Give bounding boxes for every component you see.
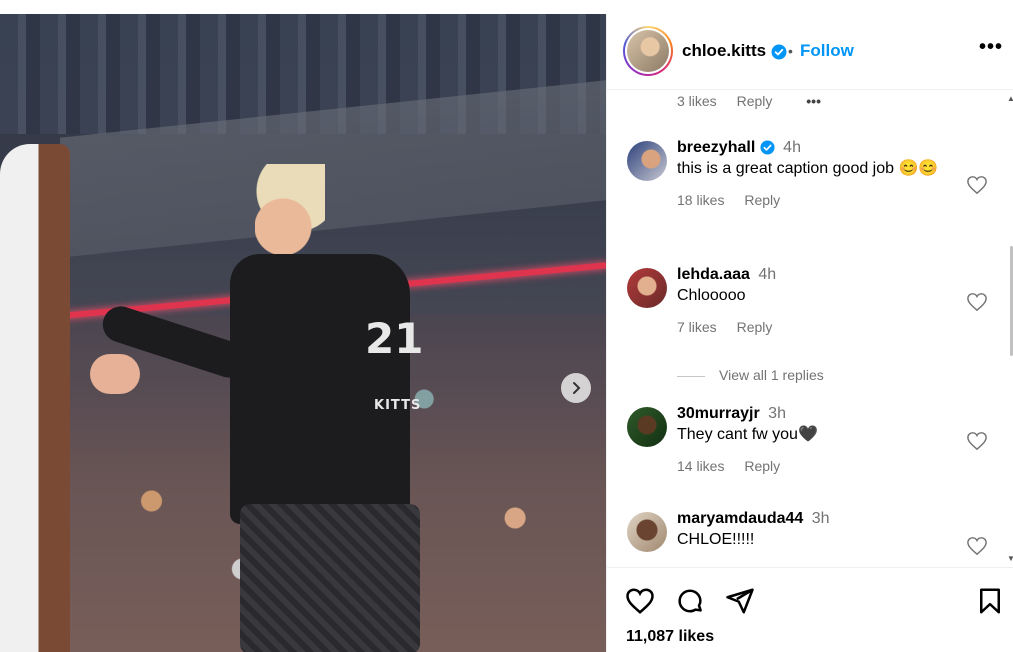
reply-button[interactable]: Reply: [737, 319, 773, 335]
comment-meta: 7 likes Reply: [677, 319, 947, 335]
post-actions-bar: 11,087 likes: [607, 567, 1013, 652]
player-head: [255, 164, 325, 254]
follow-button[interactable]: Follow: [800, 41, 854, 61]
comment-meta: 14 likes Reply: [677, 458, 947, 474]
prev-comment-meta: 3 likes Reply •••: [677, 93, 837, 109]
commenter-username[interactable]: lehda.aaa: [677, 266, 750, 283]
reply-button[interactable]: Reply: [744, 458, 780, 474]
likes-count[interactable]: 11,087 likes: [626, 628, 714, 646]
comment-text: Chlooooo: [677, 287, 746, 304]
more-options-icon[interactable]: •••: [979, 36, 1003, 59]
comment-likes[interactable]: 18 likes: [677, 192, 724, 208]
commenter-username[interactable]: maryamdauda44: [677, 510, 803, 527]
view-replies-text: View all 1 replies: [719, 367, 824, 383]
commenter-avatar[interactable]: [627, 141, 667, 181]
top-border: [0, 0, 1013, 14]
next-photo-button[interactable]: [561, 373, 591, 403]
separator-dot: •: [788, 43, 793, 59]
heart-icon[interactable]: [966, 536, 988, 556]
verified-badge-icon: [760, 140, 775, 155]
verified-badge-icon: [771, 44, 787, 60]
scroll-down-arrow[interactable]: ▼: [1007, 554, 1013, 563]
comment-item: maryamdauda44 3h CHLOE!!!!!: [607, 510, 1007, 567]
prev-comment-likes[interactable]: 3 likes: [677, 93, 717, 109]
commenter-username[interactable]: breezyhall: [677, 139, 755, 156]
player-shorts: [240, 504, 420, 652]
post-header: chloe.kitts • Follow •••: [607, 14, 1013, 90]
comment-body: lehda.aaa 4h Chlooooo 7 likes Reply: [677, 266, 947, 335]
heart-icon[interactable]: [966, 175, 988, 195]
comment-meta: 18 likes Reply: [677, 192, 947, 208]
post-side-panel: chloe.kitts • Follow ••• 3 likes Reply •…: [606, 14, 1013, 652]
comment-item: 30murrayjr 3h They cant fw you🖤 14 likes…: [607, 405, 1007, 495]
commenter-avatar[interactable]: [627, 268, 667, 308]
author-username-text: chloe.kitts: [682, 41, 767, 60]
replies-divider: [677, 375, 705, 377]
comment-time[interactable]: 3h: [812, 510, 830, 527]
player-hand: [90, 354, 140, 394]
prev-comment-reply[interactable]: Reply: [737, 93, 773, 109]
comment-time[interactable]: 3h: [768, 405, 786, 422]
author-avatar[interactable]: [623, 26, 673, 76]
scroll-up-arrow[interactable]: ▲: [1007, 94, 1013, 103]
commenter-avatar[interactable]: [627, 407, 667, 447]
comment-text: They cant fw you🖤: [677, 426, 818, 443]
comment-item: breezyhall 4h this is a great caption go…: [607, 139, 1007, 249]
comment-likes[interactable]: 14 likes: [677, 458, 724, 474]
jersey-number: 21: [365, 314, 424, 363]
reply-button[interactable]: Reply: [744, 192, 780, 208]
commenter-avatar[interactable]: [627, 512, 667, 552]
player-jersey: [230, 254, 410, 524]
view-replies-button[interactable]: View all 1 replies: [677, 367, 824, 383]
share-send-icon[interactable]: [725, 586, 755, 616]
player-left-edge: [0, 144, 70, 652]
author-username[interactable]: chloe.kitts: [682, 41, 787, 61]
comment-body: 30murrayjr 3h They cant fw you🖤 14 likes…: [677, 405, 947, 474]
prev-comment-more[interactable]: •••: [806, 93, 821, 109]
comment-likes[interactable]: 7 likes: [677, 319, 717, 335]
post-photo[interactable]: 21 KITTS: [0, 14, 606, 652]
comment-bubble-icon[interactable]: [675, 586, 705, 616]
comments-list[interactable]: 3 likes Reply ••• breezyhall 4h this is …: [607, 91, 1013, 567]
jersey-name: KITTS: [374, 398, 422, 413]
heart-icon[interactable]: [966, 431, 988, 451]
comment-text: this is a great caption good job 😊😊: [677, 160, 939, 177]
comment-body: maryamdauda44 3h CHLOE!!!!!: [677, 510, 947, 551]
commenter-username[interactable]: 30murrayjr: [677, 405, 760, 422]
heart-icon[interactable]: [966, 292, 988, 312]
comment-text: CHLOE!!!!!: [677, 531, 755, 548]
comment-time[interactable]: 4h: [783, 139, 801, 156]
save-bookmark-icon[interactable]: [975, 586, 1005, 616]
player-figure: 21 KITTS: [90, 164, 424, 652]
chevron-right-icon: [573, 382, 581, 394]
like-heart-icon[interactable]: [625, 586, 655, 616]
comment-body: breezyhall 4h this is a great caption go…: [677, 139, 947, 208]
comment-time[interactable]: 4h: [758, 266, 776, 283]
comment-item: lehda.aaa 4h Chlooooo 7 likes Reply: [607, 266, 1007, 356]
